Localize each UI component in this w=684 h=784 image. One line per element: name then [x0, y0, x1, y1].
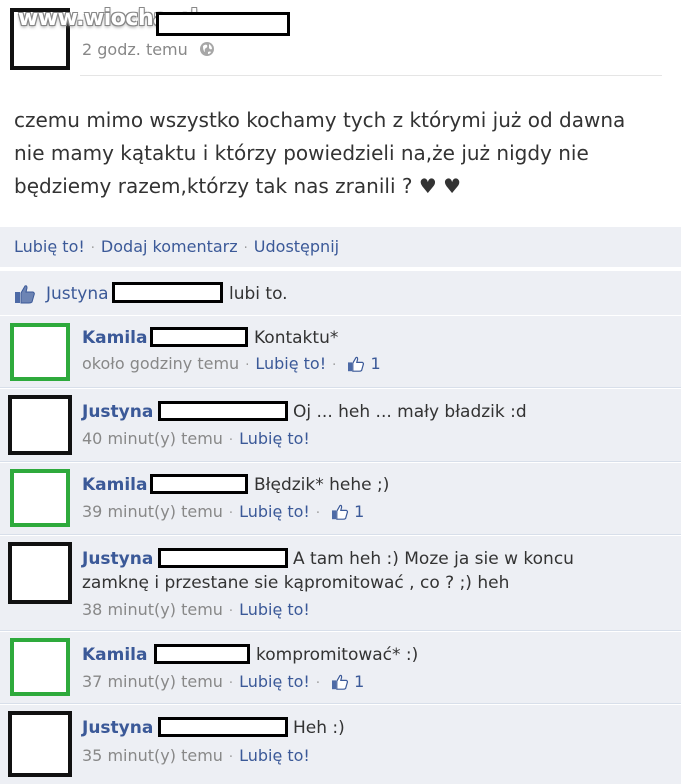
separator: ·: [315, 676, 320, 691]
comment-item: Kamila Błędzik* hehe ;) 39 minut(y) temu…: [0, 463, 681, 535]
comment-meta: 35 minut(y) temu · Lubię to!: [82, 746, 310, 765]
comment-time[interactable]: 40 minut(y) temu: [82, 429, 223, 448]
post-time[interactable]: 2 godz. temu: [82, 40, 215, 59]
commenter-name[interactable]: Kamila: [82, 328, 148, 348]
likes-suffix: lubi to.: [229, 284, 288, 304]
comment-text: Oj ... heh ... mały bładzik :d: [293, 402, 527, 422]
commenter-avatar[interactable]: [8, 711, 72, 777]
commenter-avatar[interactable]: [10, 323, 70, 381]
thumbs-up-icon: [348, 356, 365, 372]
comment-time[interactable]: 35 minut(y) temu: [82, 746, 223, 765]
redacted-liker-surname: [112, 282, 223, 303]
redacted-surname: [150, 474, 248, 494]
comment-item: Kamila Kontaktu* około godziny temu · Lubi…: [0, 316, 681, 388]
share-link[interactable]: Udostępnij: [254, 237, 339, 256]
add-comment-link[interactable]: Dodaj komentarz: [101, 237, 238, 256]
comment-text-line1: A tam heh :) Moze ja sie w koncu: [293, 549, 574, 569]
liker-name[interactable]: Justyna: [46, 284, 109, 304]
comment-time[interactable]: około godziny temu: [82, 354, 239, 373]
commenter-name[interactable]: Justyna: [82, 718, 153, 738]
separator: ·: [228, 750, 234, 765]
comment-time[interactable]: 37 minut(y) temu: [82, 672, 223, 691]
redacted-surname: [158, 548, 288, 568]
comment-meta: 37 minut(y) temu · Lubię to! · 1: [82, 672, 364, 691]
post-time-text: 2 godz. temu: [82, 40, 188, 59]
comment-text-line2: zamknę i przestane sie kąpromitować , co…: [82, 573, 510, 593]
separator: ·: [332, 358, 337, 373]
comment-item: Kamila kompromitować* :) 37 minut(y) tem…: [0, 632, 681, 704]
comment-like-link[interactable]: Lubię to!: [239, 429, 310, 448]
commenter-avatar[interactable]: [8, 542, 72, 604]
post-actions-bar: Lubię to! · Dodaj komentarz · Udostępnij: [0, 227, 681, 267]
comment-text: Kontaktu*: [254, 328, 339, 348]
post-text: czemu mimo wszystko kochamy tych z który…: [14, 108, 626, 198]
comment-time[interactable]: 38 minut(y) temu: [82, 600, 223, 619]
comment-meta: około godziny temu · Lubię to! · 1: [82, 354, 381, 373]
comment-like-link[interactable]: Lubię to!: [255, 354, 326, 373]
comment-meta: 39 minut(y) temu · Lubię to! · 1: [82, 502, 364, 521]
commenter-name[interactable]: Kamila: [82, 475, 148, 495]
comment-like-link[interactable]: Lubię to!: [239, 600, 310, 619]
actions-row: Lubię to! · Dodaj komentarz · Udostępnij: [14, 237, 339, 256]
comment-like-count[interactable]: 1: [354, 502, 364, 521]
thumbs-up-icon: [15, 285, 35, 304]
commenter-avatar[interactable]: [10, 469, 70, 527]
like-link[interactable]: Lubię to!: [14, 237, 85, 256]
globe-icon: [199, 42, 214, 56]
separator: ·: [245, 358, 250, 373]
commenter-avatar[interactable]: [8, 395, 72, 455]
separator: ·: [315, 506, 320, 521]
redacted-surname: [154, 644, 250, 664]
redacted-surname: [158, 717, 288, 737]
separator: ·: [228, 604, 234, 619]
comment-item: Justyna Oj ... heh ... mały bładzik :d 4…: [0, 389, 681, 462]
comment-like-link[interactable]: Lubię to!: [239, 502, 310, 521]
comment-meta: 40 minut(y) temu · Lubię to!: [82, 429, 310, 448]
separator: ·: [90, 241, 95, 256]
comment-item: Justyna Heh :) 35 minut(y) temu · Lubię to…: [0, 705, 681, 784]
comment-item: Justyna A tam heh :) Moze ja sie w koncu…: [0, 536, 681, 631]
comment-time[interactable]: 39 minut(y) temu: [82, 502, 223, 521]
comment-like-count[interactable]: 1: [354, 672, 364, 691]
comment-text: Błędzik* hehe ;): [254, 475, 390, 495]
comment-like-link[interactable]: Lubię to!: [239, 746, 310, 765]
separator: ·: [243, 241, 248, 256]
commenter-name[interactable]: Justyna: [82, 549, 153, 569]
commenter-name[interactable]: Kamila: [82, 645, 148, 665]
commenter-name[interactable]: Justyna: [82, 402, 153, 422]
redacted-surname: [150, 327, 248, 347]
comment-text: kompromitować* :): [256, 645, 419, 665]
separator: ·: [228, 506, 234, 521]
thumbs-up-icon: [332, 504, 349, 520]
thumbs-up-icon: [332, 674, 349, 690]
comment-like-link[interactable]: Lubię to!: [239, 672, 310, 691]
redacted-surname: [158, 401, 288, 421]
redacted-author-name: [156, 12, 290, 36]
header-divider: [80, 75, 662, 76]
comment-meta: 38 minut(y) temu · Lubię to!: [82, 600, 310, 619]
commenter-avatar[interactable]: [10, 638, 70, 696]
separator: ·: [228, 676, 234, 691]
comment-text: Heh :): [293, 718, 345, 738]
comment-like-count[interactable]: 1: [370, 354, 380, 373]
separator: ·: [228, 433, 234, 448]
likes-row: Justyna lubi to.: [0, 270, 681, 315]
